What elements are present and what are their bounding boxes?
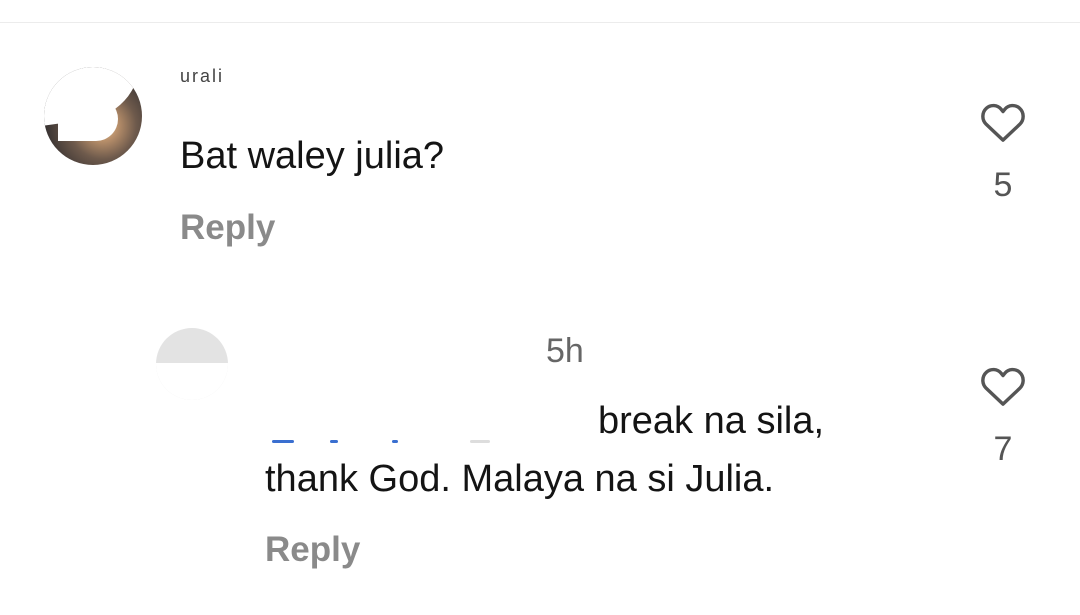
reply-button[interactable]: Reply	[180, 208, 275, 248]
comment-text-line1: break na sila,	[598, 400, 825, 442]
redacted-mention	[270, 432, 490, 448]
heart-icon[interactable]	[980, 365, 1026, 407]
like-count: 7	[993, 430, 1013, 468]
like-count: 5	[993, 166, 1013, 204]
avatar[interactable]	[156, 328, 228, 400]
heart-icon[interactable]	[980, 101, 1026, 143]
top-divider	[0, 22, 1080, 23]
comment-username[interactable]: urali	[180, 66, 224, 87]
comment-text-line2: thank God. Malaya na si Julia.	[265, 458, 775, 500]
avatar[interactable]	[44, 67, 142, 165]
comment-timestamp: 5h	[546, 332, 584, 370]
reply-button[interactable]: Reply	[265, 530, 360, 570]
comment-text: Bat waley julia?	[180, 135, 445, 177]
